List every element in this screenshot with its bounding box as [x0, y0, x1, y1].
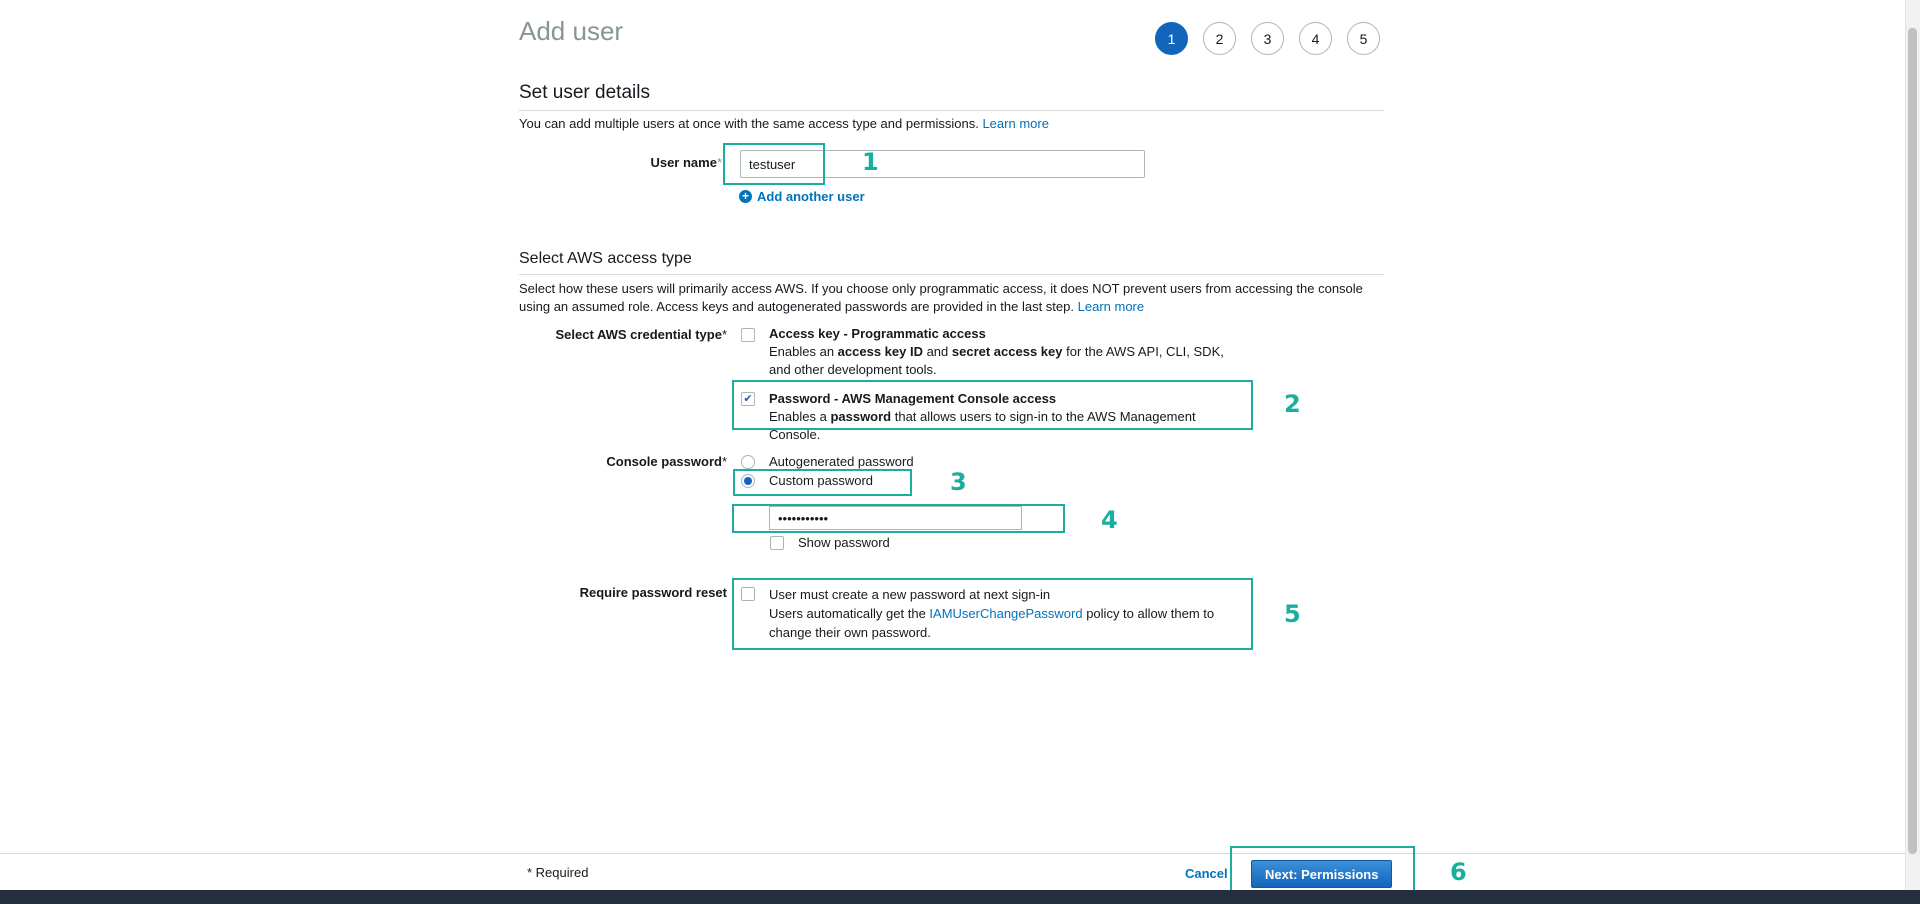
credential-type-label-text: Select AWS credential type: [555, 327, 722, 342]
access-key-title: Access key - Programmatic access: [769, 326, 986, 341]
add-another-user-link[interactable]: + Add another user: [739, 189, 865, 204]
annotation-1: 1: [862, 148, 879, 176]
step-3[interactable]: 3: [1251, 22, 1284, 55]
user-name-label: User name*: [590, 155, 722, 170]
user-details-heading: Set user details: [519, 82, 650, 103]
secret-access-key-text: secret access key: [951, 344, 1063, 359]
section-divider: [519, 110, 1384, 111]
learn-more-link-2[interactable]: Learn more: [1078, 299, 1144, 314]
access-key-id-text: access key ID: [837, 344, 923, 359]
annotation-2: 2: [1284, 390, 1301, 418]
console-password-label: Console password*: [560, 454, 727, 469]
user-details-description: You can add multiple users at once with …: [519, 115, 1049, 133]
annotation-6: 6: [1450, 858, 1467, 886]
page-title: Add user: [519, 16, 624, 46]
access-key-desc-mid: and: [922, 344, 952, 359]
access-description-text: Select how these users will primarily ac…: [519, 281, 1363, 314]
learn-more-link[interactable]: Learn more: [982, 116, 1048, 131]
show-password-checkbox[interactable]: [770, 536, 784, 550]
credential-type-label: Select AWS credential type*: [520, 327, 727, 342]
step-2[interactable]: 2: [1203, 22, 1236, 55]
annotation-3: 3: [950, 468, 967, 496]
required-mark: *: [716, 155, 722, 170]
show-password-label: Show password: [798, 535, 890, 550]
highlight-box-3: [733, 469, 912, 496]
autogenerated-password-radio[interactable]: [741, 455, 755, 469]
access-key-checkbox[interactable]: [741, 328, 755, 342]
user-name-label-text: User name: [650, 155, 717, 170]
highlight-box-5: [732, 578, 1253, 650]
access-type-description: Select how these users will primarily ac…: [519, 280, 1381, 316]
step-5[interactable]: 5: [1347, 22, 1380, 55]
access-type-heading: Select AWS access type: [519, 250, 692, 267]
annotation-5: 5: [1284, 600, 1301, 628]
scrollbar-thumb[interactable]: [1908, 28, 1917, 854]
highlight-box-2: [732, 380, 1253, 430]
password-reset-label: Require password reset: [579, 585, 727, 600]
description-text: You can add multiple users at once with …: [519, 116, 979, 131]
required-mark-2: *: [721, 327, 727, 342]
annotation-4: 4: [1101, 506, 1118, 534]
console-footer-bar: [0, 890, 1920, 904]
cancel-button[interactable]: Cancel: [1185, 866, 1228, 881]
step-4[interactable]: 4: [1299, 22, 1332, 55]
highlight-box-4: [732, 504, 1065, 533]
add-another-user-text: Add another user: [757, 189, 865, 204]
access-key-desc-prefix: Enables an: [769, 344, 838, 359]
wizard-stepper: 1 2 3 4 5: [1155, 22, 1380, 55]
access-key-option: Access key - Programmatic access Enables…: [769, 325, 1249, 379]
plus-circle-icon: +: [739, 190, 752, 203]
footer-divider: [0, 853, 1905, 854]
step-1[interactable]: 1: [1155, 22, 1188, 55]
highlight-box-1: [723, 143, 825, 185]
console-password-label-text: Console password: [606, 454, 722, 469]
required-note: * Required: [527, 865, 589, 880]
required-mark-3: *: [721, 454, 727, 469]
section-divider-2: [519, 274, 1384, 275]
access-key-description: Enables an access key ID and secret acce…: [769, 343, 1249, 379]
